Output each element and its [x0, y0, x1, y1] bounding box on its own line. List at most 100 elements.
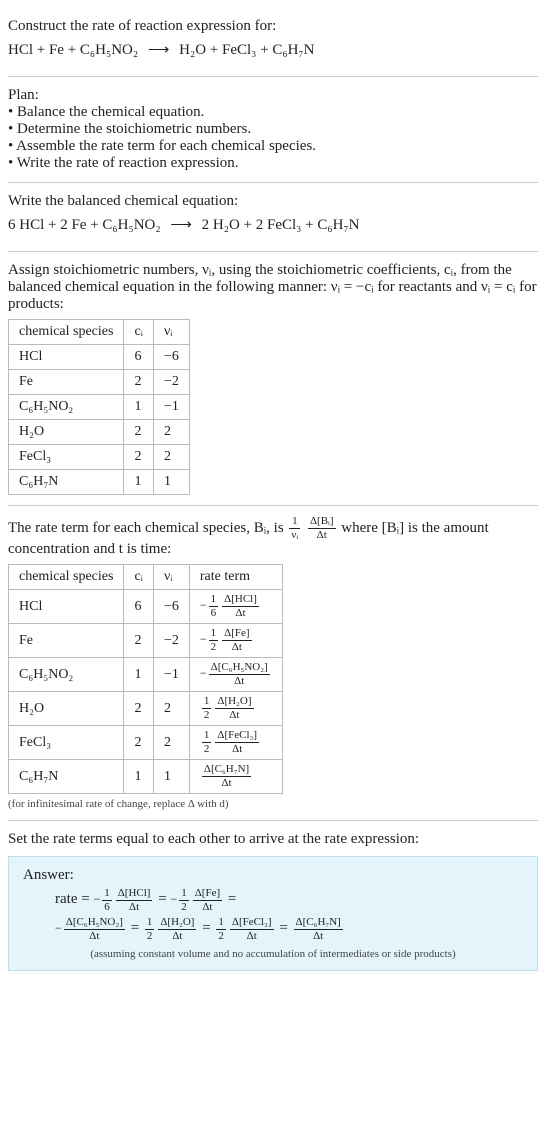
cell-v: 1	[153, 470, 189, 495]
cell-species: FeCl₃	[9, 445, 124, 470]
cell-species: FeCl₃	[9, 726, 124, 760]
cell-c: 2	[124, 445, 154, 470]
stoich-intro: Assign stoichiometric numbers, νᵢ, using…	[8, 262, 538, 313]
section-balanced: Write the balanced chemical equation: 6 …	[8, 183, 538, 252]
reaction-rhs: H₂O + FeCl₃ + C₆H₇N	[179, 42, 314, 58]
rate-label: rate =	[55, 891, 90, 907]
final-heading: Set the rate terms equal to each other t…	[8, 831, 538, 848]
cell-v: 2	[153, 692, 189, 726]
plan-item: • Write the rate of reaction expression.	[8, 155, 538, 172]
cell-v: 1	[153, 760, 189, 794]
rate-term: 12Δ[FeCl₃]Δt	[214, 921, 275, 935]
cell-c: 2	[124, 624, 154, 658]
cell-species: HCl	[9, 590, 124, 624]
col-header: chemical species	[9, 320, 124, 345]
intro-heading: Construct the rate of reaction expressio…	[8, 18, 538, 35]
cell-rateterm: −Δ[C₆H₅NO₂]Δt	[189, 658, 282, 692]
stoich-table: chemical species cᵢ νᵢ HCl6−6 Fe2−2 C₆H₅…	[8, 319, 190, 495]
cell-v: −6	[153, 590, 189, 624]
col-header: νᵢ	[153, 320, 189, 345]
cell-rateterm: −16Δ[HCl]Δt	[189, 590, 282, 624]
cell-rateterm: Δ[C₆H₇N]Δt	[189, 760, 282, 794]
answer-label: Answer:	[23, 867, 523, 884]
cell-c: 1	[124, 760, 154, 794]
rate-term: −Δ[C₆H₅NO₂]Δt	[55, 921, 127, 935]
cell-c: 2	[124, 370, 154, 395]
cell-c: 1	[124, 395, 154, 420]
answer-box: Answer: rate = −16Δ[HCl]Δt = −12Δ[Fe]Δt …	[8, 856, 538, 971]
rate-term: Δ[C₆H₇N]Δt	[292, 921, 345, 935]
cell-v: −6	[153, 345, 189, 370]
cell-v: 2	[153, 726, 189, 760]
col-header: rate term	[189, 565, 282, 590]
cell-c: 6	[124, 590, 154, 624]
table-row: HCl6−6−16Δ[HCl]Δt	[9, 590, 283, 624]
reaction-lhs: HCl + Fe + C₆H₅NO₂	[8, 42, 138, 58]
intro-frac-delta: Δ[Bᵢ]Δt	[308, 516, 336, 541]
rateterms-intro: The rate term for each chemical species,…	[8, 516, 538, 558]
balanced-reaction: 6 HCl + 2 Fe + C₆H₅NO₂ ⟶ 2 H₂O + 2 FeCl₃…	[8, 212, 538, 239]
cell-species: HCl	[9, 345, 124, 370]
cell-c: 6	[124, 345, 154, 370]
table-row: C₆H₅NO₂1−1−Δ[C₆H₅NO₂]Δt	[9, 658, 283, 692]
cell-c: 2	[124, 726, 154, 760]
cell-species: C₆H₇N	[9, 470, 124, 495]
cell-c: 2	[124, 692, 154, 726]
cell-rateterm: −12Δ[Fe]Δt	[189, 624, 282, 658]
table-header-row: chemical species cᵢ νᵢ rate term	[9, 565, 283, 590]
table-header-row: chemical species cᵢ νᵢ	[9, 320, 190, 345]
table-row: Fe2−2	[9, 370, 190, 395]
cell-v: −2	[153, 624, 189, 658]
cell-v: −1	[153, 395, 189, 420]
rateterms-footnote: (for infinitesimal rate of change, repla…	[8, 798, 538, 810]
section-rateterms: The rate term for each chemical species,…	[8, 506, 538, 821]
cell-v: −2	[153, 370, 189, 395]
rateterms-table: chemical species cᵢ νᵢ rate term HCl6−6−…	[8, 564, 283, 794]
plan-item: • Balance the chemical equation.	[8, 104, 538, 121]
section-final: Set the rate terms equal to each other t…	[8, 821, 538, 981]
plan-heading: Plan:	[8, 87, 538, 104]
section-stoich: Assign stoichiometric numbers, νᵢ, using…	[8, 252, 538, 506]
col-header: cᵢ	[124, 320, 154, 345]
cell-c: 1	[124, 658, 154, 692]
cell-species: H₂O	[9, 692, 124, 726]
balanced-arrow: ⟶	[164, 217, 198, 233]
cell-species: H₂O	[9, 420, 124, 445]
table-row: C₆H₅NO₂1−1	[9, 395, 190, 420]
balanced-lhs: 6 HCl + 2 Fe + C₆H₅NO₂	[8, 217, 161, 233]
table-row: Fe2−2−12Δ[Fe]Δt	[9, 624, 283, 658]
balanced-heading: Write the balanced chemical equation:	[8, 193, 538, 210]
unbalanced-reaction: HCl + Fe + C₆H₅NO₂ ⟶ H₂O + FeCl₃ + C₆H₇N	[8, 37, 538, 64]
col-header: chemical species	[9, 565, 124, 590]
table-row: FeCl₃22	[9, 445, 190, 470]
table-row: H₂O2212Δ[H₂O]Δt	[9, 692, 283, 726]
cell-c: 1	[124, 470, 154, 495]
cell-c: 2	[124, 420, 154, 445]
cell-species: C₆H₅NO₂	[9, 395, 124, 420]
rateterms-intro-a: The rate term for each chemical species,…	[8, 520, 287, 536]
cell-species: Fe	[9, 624, 124, 658]
cell-species: C₆H₅NO₂	[9, 658, 124, 692]
table-row: FeCl₃2212Δ[FeCl₃]Δt	[9, 726, 283, 760]
rate-term: 12Δ[H₂O]Δt	[143, 921, 199, 935]
final-footnote: (assuming constant volume and no accumul…	[23, 948, 523, 960]
table-row: C₆H₇N11Δ[C₆H₇N]Δt	[9, 760, 283, 794]
cell-v: 2	[153, 445, 189, 470]
table-row: C₆H₇N11	[9, 470, 190, 495]
section-plan: Plan: • Balance the chemical equation. •…	[8, 77, 538, 183]
col-header: cᵢ	[124, 565, 154, 590]
balanced-rhs: 2 H₂O + 2 FeCl₃ + C₆H₇N	[202, 217, 360, 233]
rate-term: −16Δ[HCl]Δt	[93, 892, 154, 906]
rate-expression: rate = −16Δ[HCl]Δt = −12Δ[Fe]Δt = −Δ[C₆H…	[23, 886, 523, 942]
cell-rateterm: 12Δ[H₂O]Δt	[189, 692, 282, 726]
cell-species: C₆H₇N	[9, 760, 124, 794]
table-row: H₂O22	[9, 420, 190, 445]
cell-v: −1	[153, 658, 189, 692]
reaction-arrow: ⟶	[142, 42, 176, 58]
plan-item: • Determine the stoichiometric numbers.	[8, 121, 538, 138]
cell-species: Fe	[9, 370, 124, 395]
rate-term: −12Δ[Fe]Δt	[170, 892, 224, 906]
intro-frac-coef: 1νᵢ	[289, 516, 300, 541]
col-header: νᵢ	[153, 565, 189, 590]
table-row: HCl6−6	[9, 345, 190, 370]
